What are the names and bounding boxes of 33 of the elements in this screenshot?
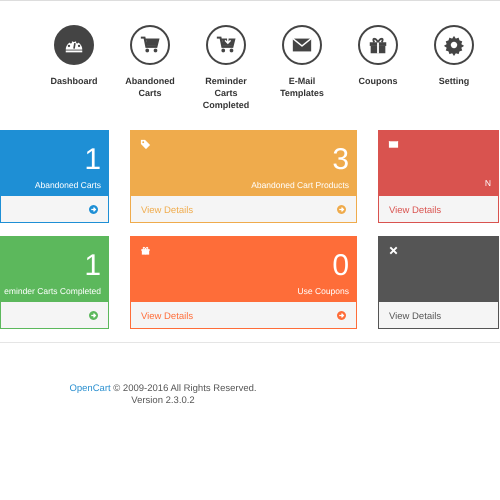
stat-label: Abandoned Carts xyxy=(34,180,101,190)
view-details-link[interactable]: View Details xyxy=(389,311,442,322)
stat-label: eminder Carts Completed xyxy=(4,286,101,296)
stat-label: Use Coupons xyxy=(297,286,349,296)
close-icon xyxy=(388,245,399,256)
nav-label[interactable]: Dashboard xyxy=(44,75,104,87)
stat-number: 1 xyxy=(84,144,101,176)
nav-button[interactable] xyxy=(358,25,398,65)
view-details-link[interactable]: View Details xyxy=(389,205,442,216)
nav-label[interactable]: Abandoned Carts xyxy=(120,75,180,99)
stat-label: Abandoned Cart Products xyxy=(251,180,349,190)
settings-icon xyxy=(443,34,465,56)
tag-icon xyxy=(140,139,151,150)
nav-label[interactable]: E-Mail Templates xyxy=(272,75,332,99)
nav-button[interactable] xyxy=(54,25,94,65)
gift-icon xyxy=(140,245,151,256)
circle-arrow-icon[interactable] xyxy=(89,204,98,214)
nav-button[interactable] xyxy=(434,25,474,65)
stat-number: 0 xyxy=(332,250,349,282)
nav-label[interactable]: Reminder Carts Completed xyxy=(196,75,256,111)
circle-arrow-icon[interactable] xyxy=(337,310,346,320)
version-text: Version 2.3.0.2 xyxy=(130,395,196,407)
nav-label[interactable]: Setting xyxy=(424,75,484,87)
nav-button[interactable] xyxy=(130,25,170,65)
nav-label[interactable]: Coupons xyxy=(348,75,408,87)
copyright-text: OpenCart © 2009-2016 All Rights Reserved. xyxy=(68,383,258,395)
opencart-link[interactable]: OpenCart xyxy=(69,383,111,394)
envelope-icon xyxy=(388,139,399,150)
stat-label: N xyxy=(484,178,491,188)
stat-number: 1 xyxy=(84,250,101,282)
nav-button[interactable] xyxy=(206,25,246,65)
nav-button[interactable] xyxy=(282,25,322,65)
stat-number: 3 xyxy=(332,144,349,176)
